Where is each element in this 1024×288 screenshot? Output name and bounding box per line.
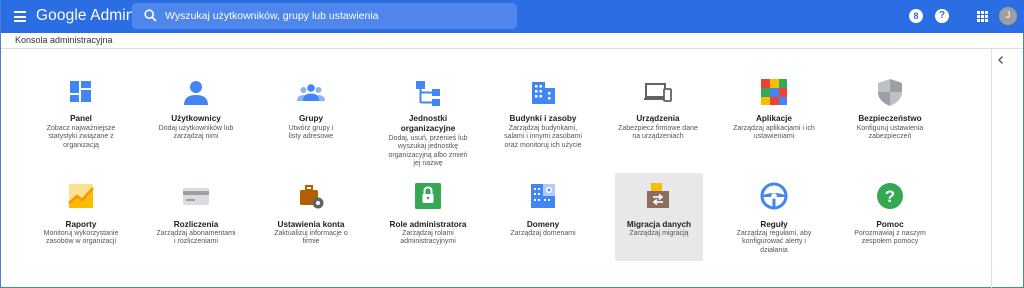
tile-title: Domeny [526,220,560,229]
tile-description: Zobacz najważniejsze statystyki związane… [46,125,116,149]
tile-title: Panel [70,114,92,123]
tile-description: Utwórz grupy i listy adresowe [288,125,334,141]
tile-description: Zaktualizuj informacje o firmie [274,230,348,246]
tile-description: Zarządzaj budynkami, salami i innymi zas… [504,125,582,149]
devices-icon [644,83,672,102]
tile-description: Monitoruj wykorzystanie zasobów w organi… [43,230,119,246]
tile-rules[interactable]: Reguły Zarządzaj regułami, aby konfiguro… [731,173,817,261]
tile-description: Zarządzaj regułami, aby konfigurować ale… [736,230,812,254]
tile-security[interactable]: Bezpieczeństwo Konfiguruj ustawienia zab… [847,69,933,157]
tile-title: Reguły [760,220,788,229]
reports-icon [68,184,94,208]
user-icon [184,81,208,105]
tile-admin-roles[interactable]: Role administratora Zarządzaj rolami adm… [385,173,471,261]
tile-users[interactable]: Użytkownicy Dodaj użytkowników lub zarzą… [153,69,239,157]
tile-title: Grupy [298,114,324,123]
tile-groups[interactable]: Grupy Utwórz grupy i listy adresowe [268,69,354,157]
svg-text:?: ? [885,187,895,206]
tile-title: Jednostki organizacyjne [400,114,456,133]
chevron-left-icon[interactable] [996,55,1006,65]
billing-icon [183,188,209,205]
tile-buildings[interactable]: Budynki i zasoby Zarządzaj budynkami, sa… [500,69,586,157]
tile-title: Urządzenia [636,114,680,123]
tile-title: Role administratora [389,220,467,229]
building-icon [532,82,555,104]
top-app-bar: Google Admin 8 ? J [1,0,1024,33]
tile-description: Zabezpiecz firmowe dane na urządzeniach [618,125,698,141]
tile-panel[interactable]: Panel Zobacz najważniejsze statystyki zw… [38,69,124,157]
tile-title: Bezpieczeństwo [858,114,922,123]
account-avatar[interactable]: J [999,7,1017,25]
tile-reports[interactable]: Raporty Monitoruj wykorzystanie zasobów … [38,173,124,261]
app-title[interactable]: Google Admin [36,7,135,25]
tile-data-migration[interactable]: Migracja danych Zarządzaj migracją [615,173,703,261]
tile-help[interactable]: ? Pomoc Porozmawiaj z naszym zespołem po… [847,173,933,261]
tile-description: Zarządzaj domenami [510,230,576,237]
breadcrumb-bar: Konsola administracyjna [1,33,1023,49]
tile-account-settings[interactable]: Ustawienia konta Zaktualizuj informacje … [268,173,354,261]
tile-domains[interactable]: Domeny Zarządzaj domenami [500,173,586,261]
side-panel-divider [991,49,992,288]
admin-console-window: Google Admin 8 ? J Konsola administracyj… [0,0,1024,288]
tile-description: Zarządzaj abonamentami i rozliczeniami [156,230,236,246]
tile-title: Migracja danych [626,220,692,229]
dashboard-icon [70,81,91,102]
tile-description: Dodaj użytkowników lub zarządzaj nimi [158,125,234,141]
tile-title: Aplikacje [756,114,792,123]
tile-title: Ustawienia konta [277,220,345,229]
search-icon[interactable] [144,9,157,22]
tile-title: Pomoc [876,220,904,229]
notifications-badge[interactable]: 8 [909,9,923,23]
tile-devices[interactable]: Urządzenia Zabezpiecz firmowe dane na ur… [615,69,701,157]
groups-icon [297,84,325,101]
tile-description: Zarządzaj rolami administracyjnymi [400,230,456,246]
help-icon: ? [877,183,903,209]
tile-description: Zarządzaj migracją [629,230,689,237]
tile-description: Zarządzaj aplikacjami i ich ustawieniami [733,125,815,141]
search-input[interactable] [165,3,510,29]
tile-title: Rozliczenia [173,220,219,229]
account-settings-icon [300,185,324,209]
main-menu-button[interactable] [14,11,26,22]
tile-billing[interactable]: Rozliczenia Zarządzaj abonamentami i roz… [153,173,239,261]
tile-title: Budynki i zasoby [509,114,577,123]
data-migration-icon [647,183,669,208]
admin-roles-icon [415,183,441,209]
tile-title: Raporty [65,220,97,229]
tile-apps[interactable]: Aplikacje Zarządzaj aplikacjami i ich us… [731,69,817,157]
apps-icon [761,79,787,105]
search-box[interactable] [132,3,517,29]
help-icon[interactable]: ? [935,9,949,23]
tile-org-units[interactable]: Jednostki organizacyjne Dodaj, usuń, prz… [385,69,471,167]
breadcrumb[interactable]: Konsola administracyjna [15,35,113,45]
google-apps-icon[interactable] [977,11,988,22]
shield-icon [878,79,902,106]
domains-icon [531,184,555,208]
tile-description: Dodaj, usuń, przenieś lub wyszukaj jedno… [388,135,468,167]
tile-title: Użytkownicy [171,114,221,123]
org-units-icon [416,81,440,106]
rules-icon [760,182,788,210]
tile-description: Porozmawiaj z naszym zespołem pomocy [854,230,926,246]
tile-description: Konfiguruj ustawienia zabezpieczeń [856,125,924,141]
